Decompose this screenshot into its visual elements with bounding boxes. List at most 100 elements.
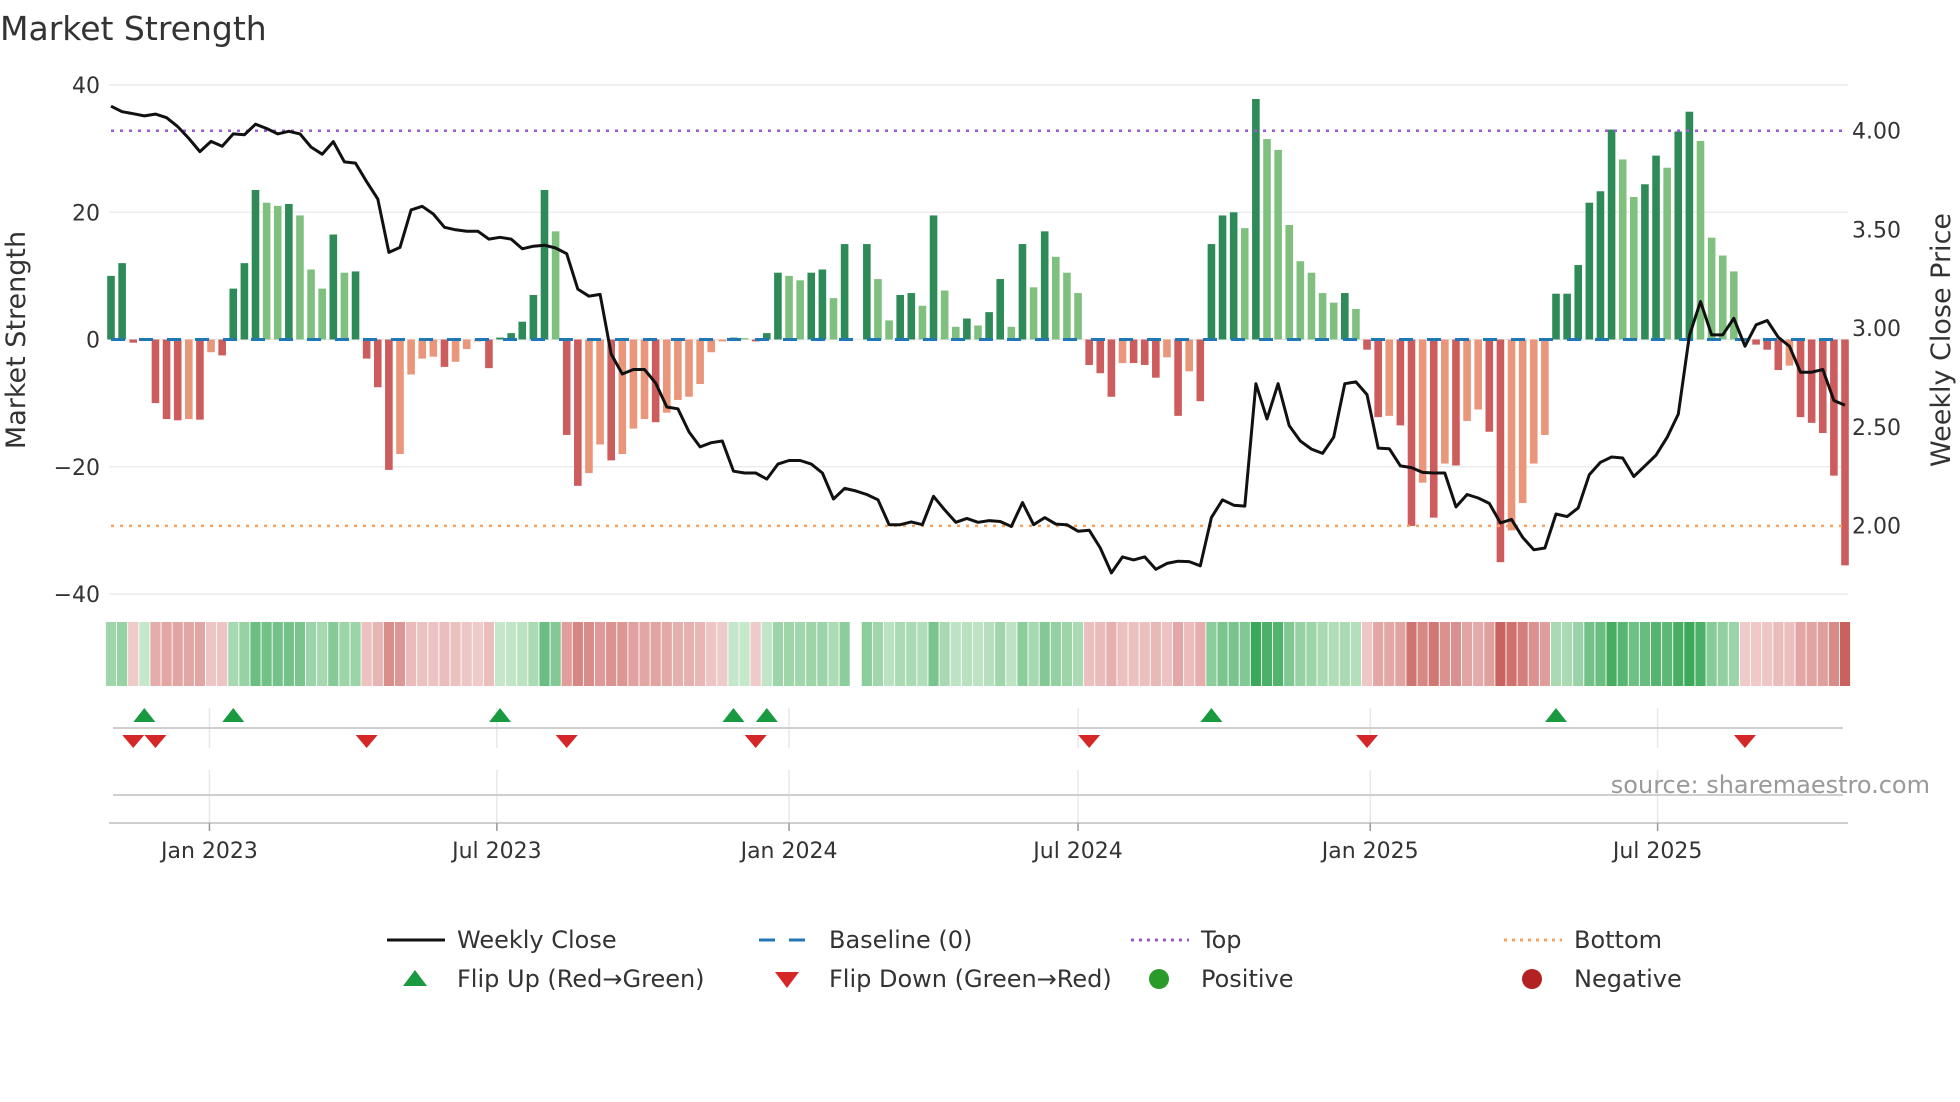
strength-bar — [1574, 265, 1583, 340]
strength-bar — [1474, 339, 1482, 410]
y-axis-label: Market Strength — [1, 231, 32, 449]
strength-bar — [618, 339, 627, 455]
legend-item: Weekly Close — [387, 926, 617, 954]
heat-strip-cell — [150, 622, 161, 686]
strength-bar — [963, 318, 971, 340]
heat-strip-cell — [272, 622, 283, 686]
heat-strip-cell — [394, 622, 406, 686]
triangle-up-icon — [403, 970, 427, 986]
strength-bar — [1407, 339, 1416, 526]
strength-bar — [1563, 293, 1571, 340]
legend-label: Top — [1200, 926, 1242, 954]
legend-label: Positive — [1201, 965, 1294, 993]
heat-strip-cell — [1306, 622, 1317, 686]
heat-strip-cell — [1784, 622, 1795, 686]
strength-bar — [1529, 339, 1538, 464]
strength-bar — [1140, 339, 1149, 365]
y2-tick-label: 2.50 — [1852, 416, 1901, 441]
heat-strip-cell — [1384, 622, 1395, 686]
heat-strip-cell — [572, 622, 583, 686]
heat-strip-cell — [1150, 622, 1161, 686]
strength-bar — [1152, 339, 1160, 378]
strength-bar — [574, 339, 582, 486]
strength-bar — [785, 275, 793, 340]
circle-icon — [1522, 969, 1542, 989]
heat-strip-cell — [372, 622, 383, 686]
strength-bar — [196, 339, 204, 420]
heat-strip-cell — [417, 622, 428, 686]
heat-strip-cell — [1395, 622, 1406, 686]
strength-bar — [129, 339, 138, 343]
strength-bar — [907, 293, 916, 340]
strength-bar — [1207, 244, 1216, 340]
strength-bar — [596, 339, 604, 445]
x-tick-label: Jul 2023 — [450, 839, 542, 864]
strength-bar — [740, 338, 749, 340]
heat-strip-cell — [239, 622, 250, 686]
heat-strip-cell — [839, 622, 850, 686]
strength-bar — [874, 279, 882, 340]
flip-down-marker — [1078, 735, 1101, 748]
strength-bar — [585, 339, 593, 474]
heat-strip-cell — [383, 622, 394, 686]
heat-strip-cell — [1139, 622, 1150, 686]
strength-bar — [1796, 339, 1805, 418]
strength-bar — [418, 339, 427, 359]
heat-strip-cell — [439, 622, 450, 686]
strength-bar — [1174, 339, 1182, 416]
heat-strip-cell — [739, 622, 750, 686]
heat-strip-cell — [1339, 622, 1350, 686]
heat-strip-cell — [1161, 622, 1173, 686]
heat-strip-cell — [1217, 622, 1228, 686]
strength-bar — [1552, 293, 1560, 340]
heat-strip-cell — [483, 622, 495, 686]
heat-strip-cell — [172, 622, 183, 686]
heat-strip-cell — [695, 622, 706, 686]
heat-strip-cell — [217, 622, 228, 686]
strength-bar — [1229, 212, 1238, 340]
heat-strip-cell — [317, 622, 328, 686]
strength-bar — [1185, 339, 1193, 372]
strength-bar — [1263, 139, 1271, 340]
strength-bar — [640, 339, 649, 420]
strength-bar — [496, 337, 504, 340]
x-tick-label: Jan 2025 — [1320, 839, 1419, 864]
strength-bar — [674, 339, 682, 400]
heat-strip-cell — [1495, 622, 1506, 686]
heat-strip-cell — [1706, 622, 1717, 686]
legend-label: Weekly Close — [457, 926, 617, 954]
strength-bar — [151, 339, 160, 404]
strength-bar — [1196, 339, 1205, 402]
strength-bar — [1618, 159, 1627, 340]
strength-bar — [451, 339, 460, 362]
strength-bar — [918, 305, 927, 340]
heat-strip-cell — [1562, 622, 1573, 686]
strength-bar — [1274, 149, 1282, 340]
strength-bar — [629, 339, 638, 429]
source-label: source: sharemaestro.com — [1611, 771, 1930, 799]
legend-item: Flip Down (Green→Red) — [775, 965, 1112, 993]
strength-bar — [951, 326, 960, 340]
heat-strip-cell — [1228, 622, 1239, 686]
legend: Weekly Close Baseline (0) Top Bottom Flip Up… — [387, 926, 1682, 993]
strength-bar — [1541, 339, 1549, 435]
flip-up-marker — [722, 708, 745, 722]
strength-bar — [1063, 272, 1071, 340]
strength-bar — [1641, 184, 1649, 340]
heat-strip-cell — [1050, 622, 1061, 686]
strength-bar — [1240, 228, 1249, 340]
heat-strip-cell — [1061, 622, 1073, 686]
heat-strip-cell — [1373, 622, 1384, 686]
strength-bar — [1652, 155, 1660, 340]
flip-down-marker — [144, 735, 167, 748]
heat-strip-cell — [1595, 622, 1606, 686]
heat-strip-cell — [1450, 622, 1462, 686]
strength-bar — [1585, 202, 1594, 340]
strength-bar — [1496, 339, 1505, 563]
legend-label: Flip Down (Green→Red) — [829, 965, 1112, 993]
heat-strip-cell — [728, 622, 739, 686]
heat-strip-cell — [1428, 622, 1439, 686]
heat-strip-cell — [1206, 622, 1217, 686]
heat-strip-cell — [1617, 622, 1628, 686]
strength-bar — [1429, 339, 1438, 518]
